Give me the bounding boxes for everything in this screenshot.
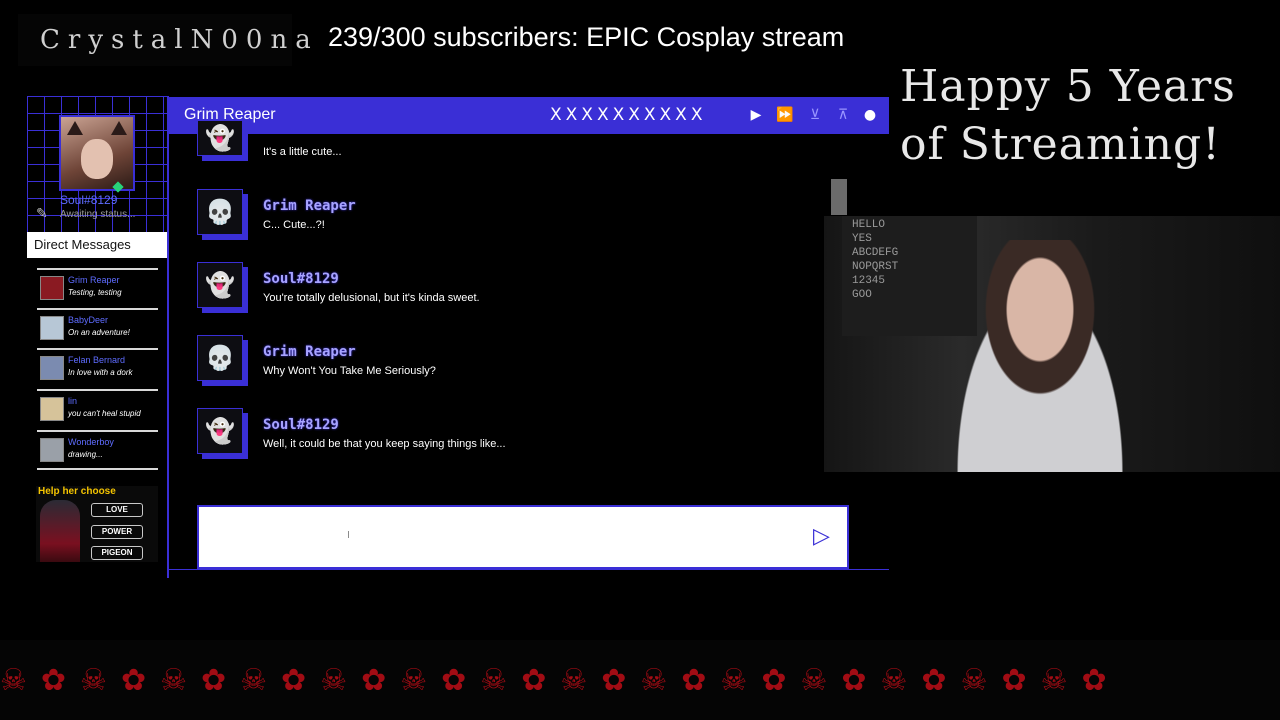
channel-logo: CrystalN00na [18, 14, 311, 66]
poll-character-image [40, 500, 80, 562]
skip-up-icon[interactable]: ⊼ [834, 106, 852, 124]
rose-icon: ✿ [120, 662, 147, 698]
avatar[interactable] [59, 115, 135, 191]
message-author: Grim Reaper [263, 198, 356, 214]
rose-icon: ✿ [281, 662, 307, 698]
ghost-icon: 👻 [197, 120, 243, 156]
profile-status[interactable]: Awaiting status... [60, 209, 135, 220]
avatar-face [81, 139, 113, 179]
dm-preview: you can't heal stupid [68, 409, 141, 418]
dm-avatar [40, 316, 64, 340]
dm-item-lin[interactable]: lin you can't heal stupid [37, 389, 158, 429]
play-icon[interactable]: ▶ [747, 106, 765, 124]
skull-icon: ☠ [1040, 662, 1068, 698]
ghost-icon: 👻 [197, 262, 243, 308]
rose-icon: ✿ [681, 662, 707, 698]
chat-bottom-line [167, 569, 889, 570]
dm-item-wonderboy[interactable]: Wonderboy drawing... [37, 430, 158, 470]
fast-forward-icon[interactable]: ⏩ [776, 106, 794, 124]
skull-icon: ☠ [960, 662, 988, 698]
rose-icon: ✿ [761, 662, 787, 698]
rose-icon: ✿ [521, 662, 547, 698]
message-author: Grim Reaper [263, 344, 356, 360]
poll-option-pigeon[interactable]: PIGEON [91, 546, 143, 560]
record-icon[interactable]: ● [861, 106, 879, 124]
streamer [935, 240, 1145, 472]
dm-preview: On an adventure! [68, 328, 130, 337]
rose-icon: ✿ [601, 662, 627, 698]
progress-x-marks: XXXXXXXXXX [550, 105, 707, 125]
message-text: C... Cute...?! [263, 219, 325, 231]
skull-icon: ☠ [400, 662, 428, 698]
direct-messages-header: Direct Messages [27, 232, 167, 258]
message-text: Why Won't You Take Me Seriously? [263, 365, 436, 377]
dm-name: Wonderboy [68, 437, 114, 447]
skull-icon: 💀 [197, 335, 243, 381]
message-input[interactable] [197, 505, 849, 569]
rose-icon: ✿ [40, 662, 67, 698]
dm-avatar [40, 276, 64, 300]
dm-preview: Testing, testing [68, 288, 122, 297]
dm-name: Felan Bernard [68, 355, 126, 365]
rose-icon: ✿ [1001, 662, 1027, 698]
skull-icon: ☠ [0, 662, 27, 698]
dm-item-felan-bernard[interactable]: Felan Bernard In love with a dork [37, 348, 158, 388]
poll-option-power[interactable]: POWER [91, 525, 143, 539]
rose-icon: ✿ [441, 662, 467, 698]
profile-username: Soul#8129 [60, 193, 118, 207]
message-text: It's a little cute... [263, 146, 342, 158]
avatar-ear-right [111, 121, 127, 135]
skull-icon: ☠ [160, 662, 187, 698]
anniversary-banner: Happy 5 Years of Streaming! [900, 61, 1236, 170]
dm-preview: In love with a dork [68, 368, 133, 377]
dm-avatar [40, 397, 64, 421]
poll-title: Help her choose [38, 486, 116, 497]
skull-icon: ☠ [560, 662, 588, 698]
skip-down-icon[interactable]: ⊻ [806, 106, 824, 124]
send-icon[interactable]: ▷ [813, 524, 839, 550]
poll-option-love[interactable]: LOVE [91, 503, 143, 517]
dm-name: Grim Reaper [68, 275, 120, 285]
skull-icon: ☠ [320, 662, 348, 698]
avatar-ear-left [67, 121, 83, 135]
skull-icon: 💀 [197, 189, 243, 235]
message-author: Soul#8129 [263, 417, 339, 433]
rose-icon: ✿ [201, 662, 227, 698]
skull-icon: ☠ [240, 662, 268, 698]
rose-icon: ✿ [841, 662, 867, 698]
dm-divider [37, 468, 158, 470]
text-cursor-icon: I [347, 530, 350, 541]
chat-scrollbar[interactable] [831, 179, 847, 215]
subscriber-goal: 239/300 subscribers: EPIC Cosplay stream [328, 22, 845, 52]
skull-icon: ☠ [480, 662, 508, 698]
edit-status-icon[interactable]: ✎ [36, 206, 54, 222]
rose-icon: ✿ [921, 662, 947, 698]
rose-icon: ✿ [361, 662, 387, 698]
skull-icon: ☠ [800, 662, 828, 698]
dm-avatar [40, 356, 64, 380]
message-text: You're totally delusional, but it's kind… [263, 292, 480, 304]
dm-avatar [40, 438, 64, 462]
dm-item-babydeer[interactable]: BabyDeer On an adventure! [37, 308, 158, 348]
dm-name: BabyDeer [68, 315, 109, 325]
ghost-icon: 👻 [197, 408, 243, 454]
message-text: Well, it could be that you keep saying t… [263, 438, 506, 450]
dm-preview: drawing... [68, 450, 103, 459]
dm-name: lin [68, 396, 78, 406]
skull-icon: ☠ [80, 662, 107, 698]
rose-icon: ✿ [1081, 662, 1107, 698]
footer-decoration: ☠ ✿ ☠ ✿ ☠ ✿ ☠ ✿ ☠ ✿ ☠ ✿ ☠ ✿ ☠ ✿ ☠ ✿ ☠ ✿ ☠ ✿ ☠ ✿ ☠ ✿ ☠ ✿ [0, 640, 1280, 720]
ouija-board-text: HELLO YES ABCDEFG NOPQRST 12345 GOO [852, 219, 899, 301]
skull-icon: ☠ [880, 662, 908, 698]
skull-icon: ☠ [640, 662, 668, 698]
message-author: Soul#8129 [263, 271, 339, 287]
dm-item-grim-reaper[interactable]: Grim Reaper Testing, testing [37, 268, 158, 308]
skull-icon: ☠ [720, 662, 748, 698]
